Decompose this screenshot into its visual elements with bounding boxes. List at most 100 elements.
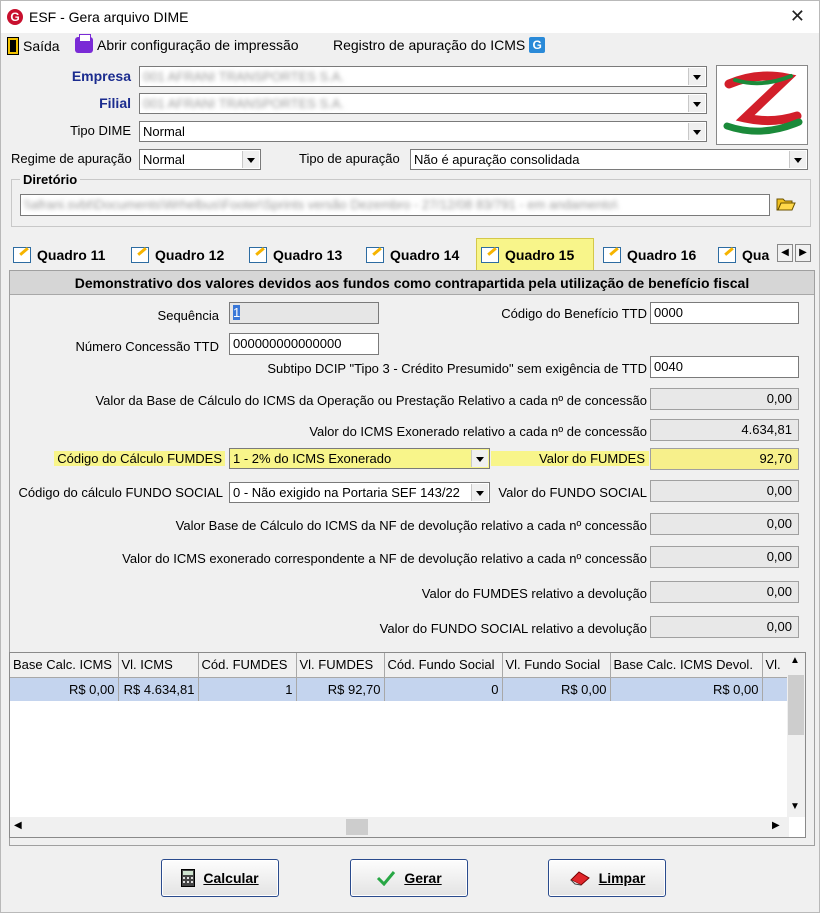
chevron-down-icon[interactable] xyxy=(789,151,806,168)
base-calc-field[interactable]: 0,00 xyxy=(650,388,799,410)
tab-label: Quadro 14 xyxy=(390,247,460,263)
tipo-apuracao-label: Tipo de apuração xyxy=(299,151,400,166)
print-config-button[interactable]: Abrir configuração de impressão xyxy=(75,34,299,53)
icms-exonerado-field[interactable]: 4.634,81 xyxy=(650,419,799,441)
column-header[interactable]: Cód. Fundo Social xyxy=(384,653,503,678)
gerar-label: Gerar xyxy=(404,870,442,886)
column-header[interactable]: Vl. FUMDES xyxy=(296,653,385,678)
base-dev-label: Valor Base de Cálculo do ICMS da NF de d… xyxy=(175,518,647,533)
base-dev-field[interactable]: 0,00 xyxy=(650,513,799,535)
chevron-down-icon[interactable] xyxy=(688,68,705,85)
social-dev-field[interactable]: 0,00 xyxy=(650,616,799,638)
column-header[interactable]: Vl. ICMS xyxy=(118,653,199,678)
scroll-thumb[interactable] xyxy=(346,819,368,835)
gerar-button[interactable]: Gerar xyxy=(350,859,468,897)
column-header[interactable]: Vl. Fundo Social xyxy=(502,653,611,678)
chevron-down-icon[interactable] xyxy=(688,123,705,140)
tab-quadro-15[interactable]: Quadro 15 xyxy=(476,238,594,270)
subtipo-field[interactable]: 0040 xyxy=(650,356,799,378)
eraser-icon xyxy=(569,871,590,886)
base-calc-label: Valor da Base de Cálculo do ICMS da Oper… xyxy=(95,393,647,408)
column-header[interactable]: Cód. FUMDES xyxy=(198,653,297,678)
tab-quadro-partial[interactable]: Qua xyxy=(714,242,776,268)
column-header[interactable]: Base Calc. ICMS Devol. xyxy=(610,653,763,678)
tab-quadro-13[interactable]: Quadro 13 xyxy=(245,242,346,268)
close-button[interactable]: ✕ xyxy=(790,6,805,27)
icms-exonerado-label: Valor do ICMS Exonerado relativo a cada … xyxy=(309,424,647,439)
calculator-icon xyxy=(181,869,196,887)
tipo-apuracao-select[interactable]: Não é apuração consolidada xyxy=(410,149,808,170)
regime-select[interactable]: Normal xyxy=(139,149,261,170)
checkmark-icon xyxy=(377,871,396,886)
diretorio-value: \\afrani.svbt\Documents\Wrhelbus\Footer\… xyxy=(24,197,618,212)
tab-quadro-11[interactable]: Quadro 11 xyxy=(9,242,109,268)
company-logo xyxy=(716,65,808,145)
cod-calc-social-select[interactable]: 0 - Não exigido na Portaria SEF 143/22 xyxy=(229,482,490,503)
diretorio-input[interactable]: \\afrani.svbt\Documents\Wrhelbus\Footer\… xyxy=(20,194,770,216)
limpar-button[interactable]: Limpar xyxy=(548,859,666,897)
chevron-down-icon[interactable] xyxy=(471,450,488,467)
tab-label: Quadro 15 xyxy=(505,246,575,263)
folder-open-icon[interactable] xyxy=(776,196,796,214)
icms-register-button[interactable]: Registro de apuração do ICMS G xyxy=(333,37,546,53)
chevron-down-icon[interactable] xyxy=(688,95,705,112)
chevron-left-icon[interactable]: ◀ xyxy=(14,820,22,831)
tab-quadro-14[interactable]: Quadro 14 xyxy=(362,242,463,268)
edit-form-icon xyxy=(481,246,499,263)
sequencia-field[interactable]: 1 xyxy=(229,302,379,324)
empresa-select[interactable]: 001 AFRANI TRANSPORTES S.A. xyxy=(139,66,707,87)
grid-horizontal-scrollbar[interactable]: ◀ ▶ xyxy=(10,817,789,837)
chevron-down-icon[interactable] xyxy=(471,484,488,501)
tipo-dime-select[interactable]: Normal xyxy=(139,121,707,142)
tab-quadro-12[interactable]: Quadro 12 xyxy=(127,242,228,268)
calcular-label: Calcular xyxy=(203,870,259,886)
exit-label: Saída xyxy=(23,38,60,54)
regime-label: Regime de apuração xyxy=(11,151,132,166)
cod-calc-social-value: 0 - Não exigido na Portaria SEF 143/22 xyxy=(233,485,460,500)
diretorio-title: Diretório xyxy=(20,172,81,187)
icms-exo-dev-field[interactable]: 0,00 xyxy=(650,546,799,568)
tab-scroll-left-button[interactable]: ◀ xyxy=(777,244,793,262)
table-cell: R$ 4.634,81 xyxy=(118,677,199,701)
column-header[interactable]: Base Calc. ICMS xyxy=(10,653,119,678)
exit-button[interactable]: Saída xyxy=(7,37,60,55)
icms-exo-dev-label: Valor do ICMS exonerado correspondente a… xyxy=(122,551,647,566)
valor-social-field[interactable]: 0,00 xyxy=(650,480,799,502)
num-concessao-field[interactable]: 000000000000000 xyxy=(229,333,379,355)
grid-vertical-scrollbar[interactable]: ▲ ▼ xyxy=(787,653,805,817)
chevron-up-icon[interactable]: ▲ xyxy=(790,655,800,666)
table-cell: 0 xyxy=(384,677,503,701)
tab-quadro-16[interactable]: Quadro 16 xyxy=(599,242,700,268)
cod-beneficio-field[interactable]: 0000 xyxy=(650,302,799,324)
empresa-label: Empresa xyxy=(71,68,131,84)
cod-beneficio-value: 0000 xyxy=(654,305,683,320)
social-dev-label: Valor do FUNDO SOCIAL relativo a devoluç… xyxy=(379,621,647,636)
table-cell: R$ 0,00 xyxy=(502,677,611,701)
valor-fumdes-label: Valor do FUMDES xyxy=(491,451,649,466)
edit-form-icon xyxy=(366,247,384,263)
edit-form-icon xyxy=(603,247,621,263)
sequencia-value: 1 xyxy=(233,305,241,320)
tab-scroll-right-button[interactable]: ▶ xyxy=(795,244,811,262)
scroll-thumb[interactable] xyxy=(788,675,804,735)
cod-calc-fumdes-select[interactable]: 1 - 2% do ICMS Exonerado xyxy=(229,448,490,469)
filial-select[interactable]: 001 AFRANI TRANSPORTES S.A. xyxy=(139,93,707,114)
tipo-apuracao-value: Não é apuração consolidada xyxy=(414,152,580,167)
tipo-dime-label: Tipo DIME xyxy=(70,123,131,138)
results-table: Base Calc. ICMS Vl. ICMS Cód. FUMDES Vl.… xyxy=(10,653,793,701)
fumdes-dev-field[interactable]: 0,00 xyxy=(650,581,799,603)
tab-label: Quadro 13 xyxy=(273,247,343,263)
calcular-button[interactable]: Calcular xyxy=(161,859,279,897)
filial-label: Filial xyxy=(99,95,131,111)
chevron-right-icon[interactable]: ▶ xyxy=(772,820,780,831)
regime-value: Normal xyxy=(143,152,185,167)
tab-label: Quadro 12 xyxy=(155,247,225,263)
valor-fumdes-field[interactable]: 92,70 xyxy=(650,448,799,470)
table-row[interactable]: R$ 0,00 R$ 4.634,81 1 R$ 92,70 0 R$ 0,00… xyxy=(10,677,793,701)
edit-form-icon xyxy=(249,247,267,263)
main-window: G ESF - Gera arquivo DIME ✕ Saída Abrir … xyxy=(0,0,820,913)
chevron-down-icon[interactable] xyxy=(242,151,259,168)
subtipo-label: Subtipo DCIP "Tipo 3 - Crédito Presumido… xyxy=(267,361,647,376)
chevron-down-icon[interactable]: ▼ xyxy=(790,801,800,812)
results-grid[interactable]: Base Calc. ICMS Vl. ICMS Cód. FUMDES Vl.… xyxy=(9,652,806,838)
